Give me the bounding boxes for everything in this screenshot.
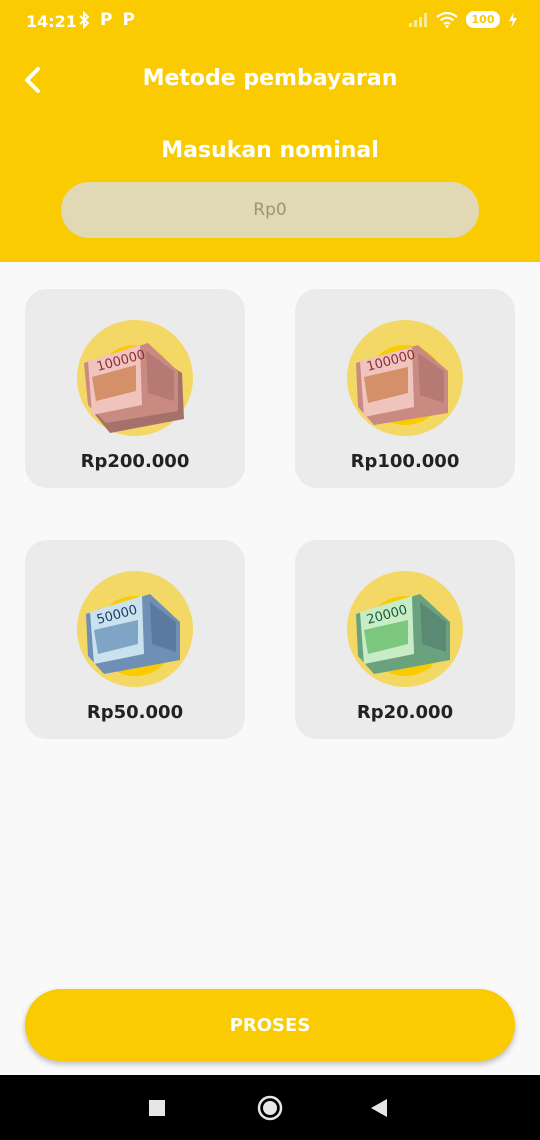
option-card-200000[interactable]: 100000 Rp200.000 <box>25 289 245 488</box>
money-note-icon: 100000 <box>347 320 463 436</box>
status-right-icons: 100 <box>408 11 518 28</box>
option-label: Rp100.000 <box>350 451 460 472</box>
navigation-bar <box>0 1075 540 1140</box>
back-triangle-icon[interactable] <box>371 1099 387 1117</box>
header: 14:21 P P 100 Metode pembayaran Masukan … <box>0 0 540 262</box>
status-bar: 14:21 P P 100 <box>0 0 540 44</box>
home-circle-icon[interactable] <box>257 1095 283 1121</box>
money-note-icon: 20000 <box>347 571 463 687</box>
wifi-icon <box>436 11 458 28</box>
option-label: Rp200.000 <box>80 451 190 472</box>
money-note-icon: 50000 <box>77 571 193 687</box>
bluetooth-icon <box>79 11 90 29</box>
status-time: 14:21 <box>26 12 77 31</box>
option-card-20000[interactable]: 20000 Rp20.000 <box>295 540 515 739</box>
option-card-100000[interactable]: 100000 Rp100.000 <box>295 289 515 488</box>
charging-icon <box>509 11 517 28</box>
p-icon: P <box>122 10 135 30</box>
amount-input[interactable] <box>61 182 479 238</box>
option-label: Rp50.000 <box>86 702 184 723</box>
nominal-label: Masukan nominal <box>161 138 379 163</box>
p-icon: P <box>100 10 113 30</box>
battery-icon: 100 <box>466 11 500 28</box>
option-label: Rp20.000 <box>356 702 454 723</box>
page-title: Metode pembayaran <box>142 66 398 91</box>
recents-square-icon[interactable] <box>149 1100 165 1116</box>
proses-button[interactable]: PROSES <box>25 989 515 1061</box>
option-card-50000[interactable]: 50000 Rp50.000 <box>25 540 245 739</box>
status-left-icons: P P <box>78 10 135 30</box>
money-stack-icon: 100000 <box>77 320 193 436</box>
signal-icon <box>409 12 427 27</box>
